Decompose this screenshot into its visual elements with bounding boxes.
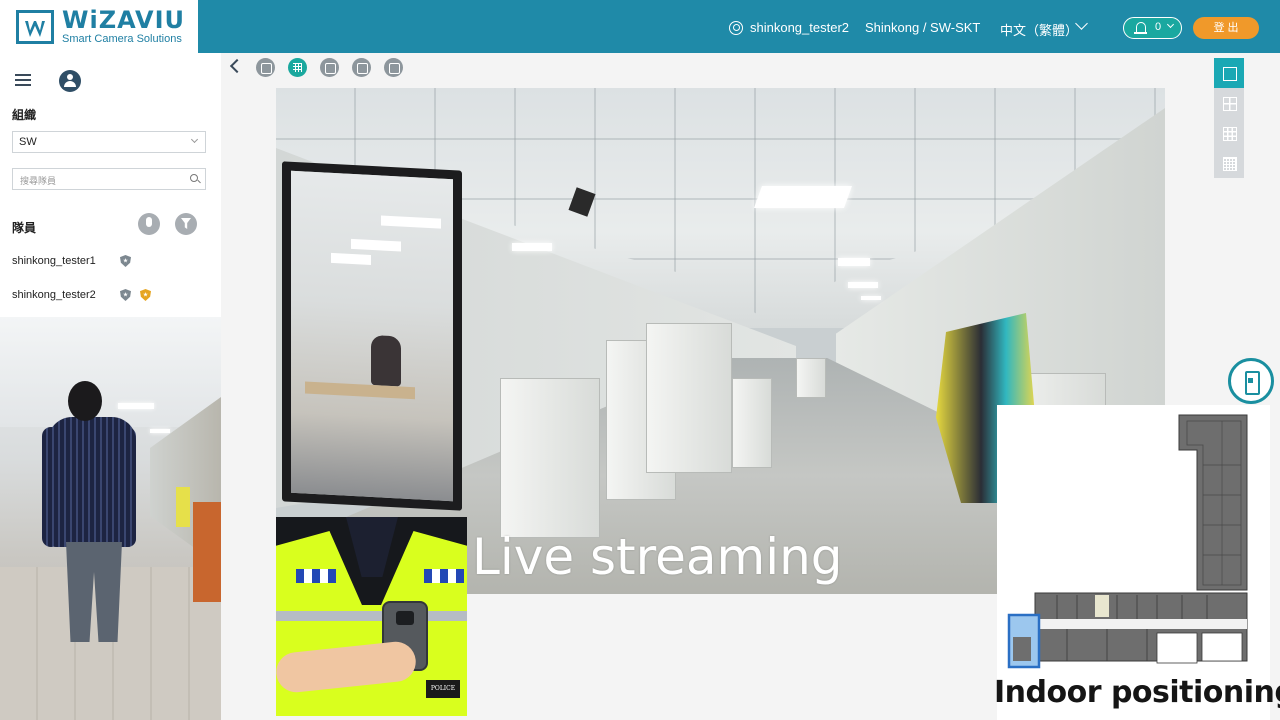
ceiling-light — [861, 296, 881, 300]
member-item[interactable]: shinkong_tester2 — [12, 289, 96, 301]
checker-pattern — [296, 569, 336, 583]
microphone-button[interactable] — [138, 213, 160, 235]
member-item[interactable]: shinkong_tester1 — [12, 255, 96, 267]
storage-cabinet — [796, 358, 826, 398]
brand-name: WiZAVIU — [62, 6, 186, 34]
notification-count: 0 — [1155, 21, 1162, 33]
live-streaming-caption: Live streaming — [472, 528, 843, 586]
office-light — [331, 252, 371, 265]
members-section-title: 隊員 — [12, 221, 37, 235]
single-view-icon[interactable] — [1214, 58, 1244, 88]
top-header: WiZAVIU Smart Camera Solutions shinkong_… — [0, 0, 1280, 53]
corridor-object — [176, 487, 190, 527]
logout-button[interactable]: 登 出 — [1193, 17, 1259, 39]
language-selector[interactable]: 中文（繁體） — [1000, 20, 1078, 39]
office-light — [381, 215, 441, 229]
download-icon[interactable] — [256, 58, 275, 77]
bodycam-inset: POLICE — [276, 517, 467, 716]
storage-cabinet — [732, 378, 772, 468]
office-person — [371, 334, 401, 387]
police-badge: POLICE — [426, 680, 460, 698]
filter-icon — [181, 218, 191, 229]
bell-icon — [1134, 22, 1147, 34]
indoor-floor-plan[interactable] — [997, 405, 1270, 720]
grid-3x3-icon[interactable] — [1214, 118, 1244, 148]
member-camera-thumbnail[interactable] — [0, 317, 221, 720]
logo-icon — [16, 10, 54, 44]
org-section-title: 組織 — [12, 108, 37, 122]
user-icon — [729, 21, 743, 35]
sidebar: 組織 SW 搜尋隊員 隊員 shinkong_tester1 shinkong_… — [0, 53, 221, 317]
grid-4x4-icon[interactable] — [1214, 148, 1244, 178]
office-view — [291, 170, 453, 502]
officer-shirt — [346, 517, 398, 577]
shield-icon — [120, 289, 131, 301]
ceiling-light — [848, 282, 878, 288]
walkie-talkie-icon[interactable] — [1228, 358, 1274, 404]
org-select-value: SW — [19, 136, 37, 148]
glass-door — [282, 161, 462, 511]
chevron-down-icon — [1166, 20, 1175, 29]
office-light — [351, 238, 401, 252]
indoor-positioning-caption: Indoor positioning — [994, 675, 1280, 710]
grid-map-icon[interactable] — [288, 58, 307, 77]
microphone-icon — [146, 217, 152, 227]
leader-badge-icon — [140, 289, 151, 301]
floor-plan-map — [1007, 414, 1248, 669]
storage-cabinet — [500, 378, 600, 538]
thumbnail-ceiling — [0, 317, 221, 427]
ceiling-light — [118, 403, 154, 409]
grid-2x2-icon[interactable] — [1214, 88, 1244, 118]
corridor-cabinet — [193, 502, 221, 602]
member-search-input[interactable]: 搜尋隊員 — [12, 168, 206, 190]
storage-cabinet — [646, 323, 732, 473]
chevron-down-icon — [190, 135, 199, 144]
reflective-stripe — [276, 611, 467, 621]
ceiling-light — [150, 429, 170, 433]
location-pin-icon[interactable] — [352, 58, 371, 77]
brand-logo[interactable]: WiZAVIU Smart Camera Solutions — [0, 0, 198, 53]
search-placeholder: 搜尋隊員 — [20, 176, 57, 186]
person-body — [48, 417, 136, 547]
brand-tagline: Smart Camera Solutions — [62, 33, 182, 45]
org-select[interactable]: SW — [12, 131, 206, 153]
ceiling-light — [838, 258, 870, 266]
filter-button[interactable] — [175, 213, 197, 235]
ceiling-light — [512, 243, 552, 251]
current-username[interactable]: shinkong_tester2 — [750, 20, 849, 35]
shield-icon — [120, 255, 131, 267]
checker-pattern — [424, 569, 464, 583]
menu-icon[interactable] — [15, 74, 31, 86]
ceiling-light — [753, 186, 853, 208]
history-icon[interactable] — [384, 58, 403, 77]
contacts-icon[interactable] — [320, 58, 339, 77]
notification-button[interactable]: 0 — [1123, 17, 1182, 39]
team-icon[interactable] — [59, 70, 81, 92]
search-icon[interactable] — [190, 174, 198, 182]
org-path: Shinkong / SW-SKT — [865, 20, 981, 35]
person-head — [68, 381, 102, 421]
